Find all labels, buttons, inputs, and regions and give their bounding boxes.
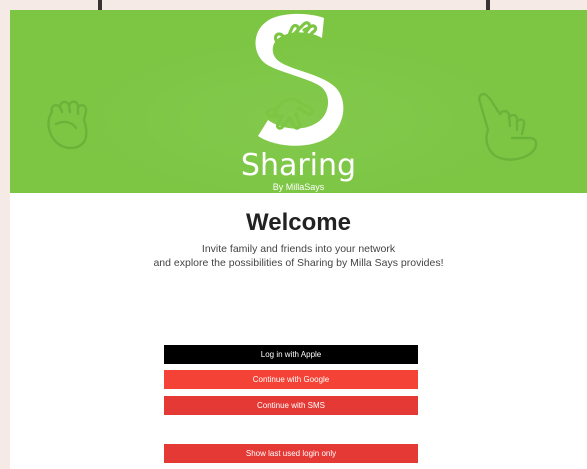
sharing-logo-icon — [255, 13, 344, 146]
fist-hand-icon — [47, 100, 88, 150]
welcome-description: Invite family and friends into your netw… — [10, 242, 587, 270]
google-login-button[interactable]: Continue with Google — [164, 370, 418, 389]
apple-login-button[interactable]: Log in with Apple — [164, 345, 418, 364]
brand-subtitle: By MillaSays — [272, 182, 325, 192]
frame-bar-left — [98, 0, 102, 10]
login-card: Sharing By MillaSays Welcome Invite fami… — [10, 10, 587, 469]
frame-bar-right — [486, 0, 490, 10]
brand-title: Sharing — [240, 148, 357, 183]
sms-login-button[interactable]: Continue with SMS — [164, 396, 418, 415]
welcome-heading: Welcome — [246, 209, 351, 236]
welcome-line-1: Invite family and friends into your netw… — [201, 243, 396, 255]
last-login-button[interactable]: Show last used login only — [164, 444, 418, 463]
hero-banner: Sharing By MillaSays — [10, 10, 587, 193]
welcome-line-2: and explore the possibilities of Sharing… — [153, 257, 444, 269]
